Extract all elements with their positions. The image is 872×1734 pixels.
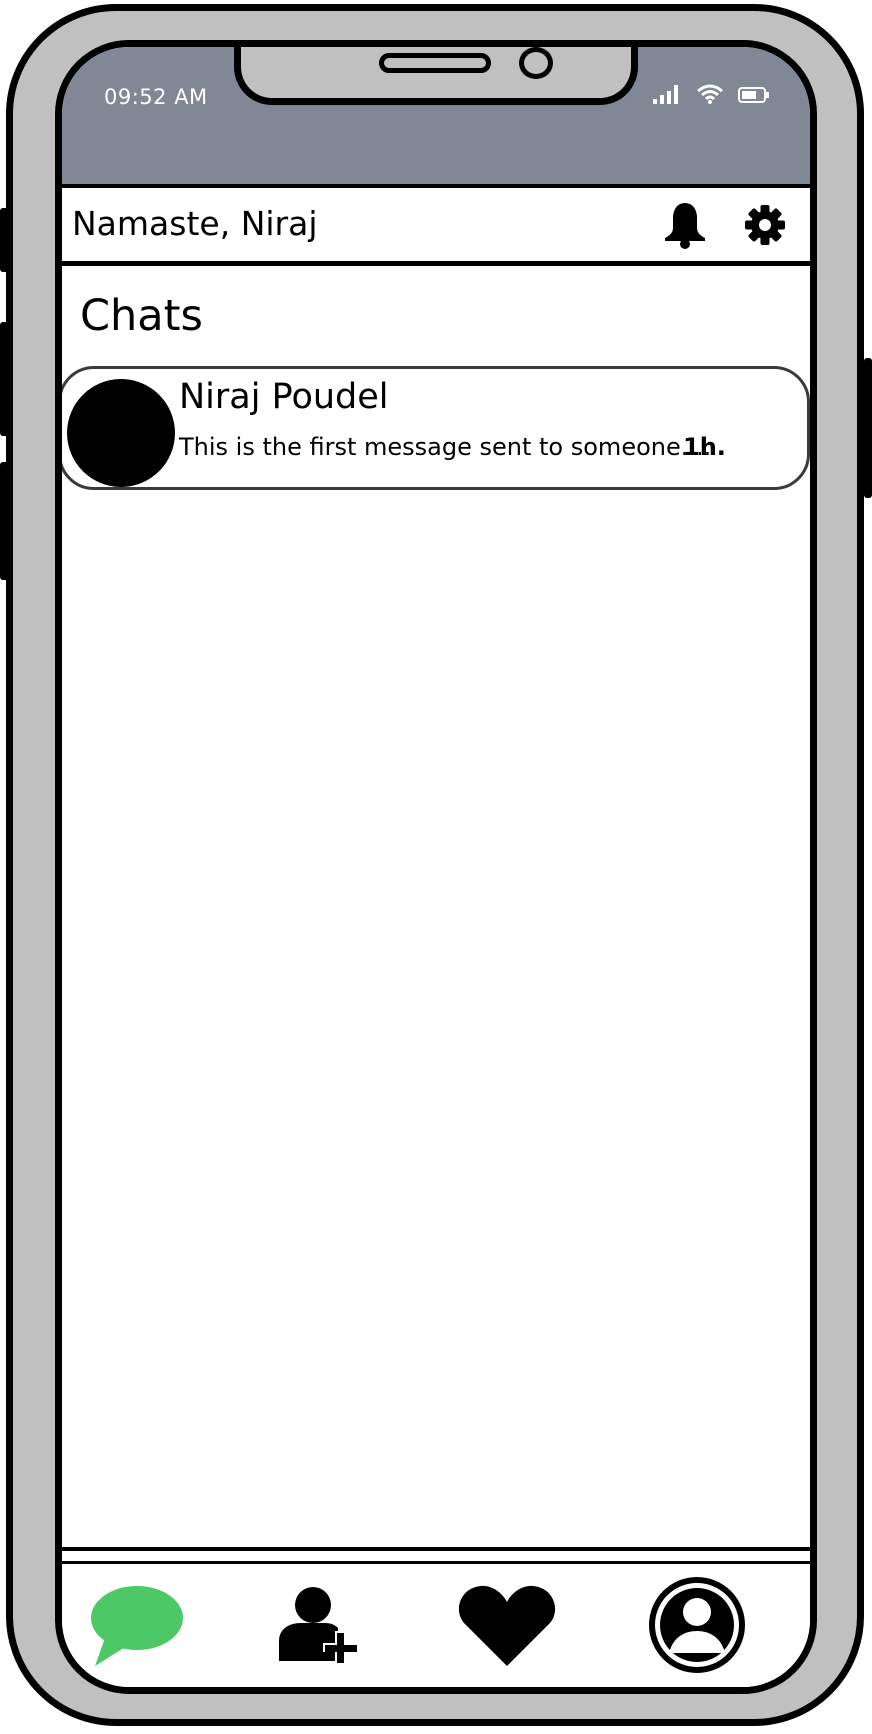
status-time: 09:52 AM: [104, 85, 208, 109]
side-button-volume-up: [0, 322, 8, 436]
battery-icon: [738, 87, 769, 103]
bottom-tab-bar: [62, 1547, 810, 1687]
app-header: Namaste, Niraj: [62, 188, 810, 266]
settings-button[interactable]: [744, 204, 786, 246]
phone-screen: 09:52 AM Namaste, Niraj Chats Niraj Poud…: [55, 40, 817, 1694]
chat-contact-name: Niraj Poudel: [179, 377, 389, 417]
side-button-volume-down: [0, 462, 8, 580]
tab-favorites[interactable]: [452, 1575, 562, 1675]
side-button-power: [864, 358, 872, 498]
heart-icon: [458, 1585, 556, 1666]
bell-icon: [665, 203, 705, 249]
notifications-button[interactable]: [662, 200, 708, 250]
speaker-grille: [379, 53, 491, 73]
wifi-icon: [697, 84, 723, 104]
profile-icon: [649, 1577, 745, 1673]
status-bar: 09:52 AM: [62, 47, 810, 188]
tab-profile[interactable]: [642, 1575, 752, 1675]
front-camera: [519, 47, 553, 79]
chats-heading: Chats: [80, 291, 203, 341]
tab-chats[interactable]: [82, 1575, 192, 1675]
status-icons: [652, 83, 770, 105]
avatar: [67, 379, 175, 487]
signal-icon: [653, 85, 678, 104]
tab-add-friend[interactable]: [270, 1575, 380, 1675]
greeting-text: Namaste, Niraj: [72, 204, 318, 243]
chat-message-preview: This is the first message sent to someon…: [179, 433, 712, 461]
chat-list-item[interactable]: Niraj Poudel This is the first message s…: [62, 366, 810, 490]
add-user-icon: [279, 1587, 357, 1665]
chat-timestamp: 1h.: [683, 433, 726, 461]
chat-bubble-icon: [91, 1586, 183, 1666]
gear-icon: [745, 205, 785, 245]
notch: [234, 47, 638, 105]
side-button-silent: [0, 208, 8, 272]
